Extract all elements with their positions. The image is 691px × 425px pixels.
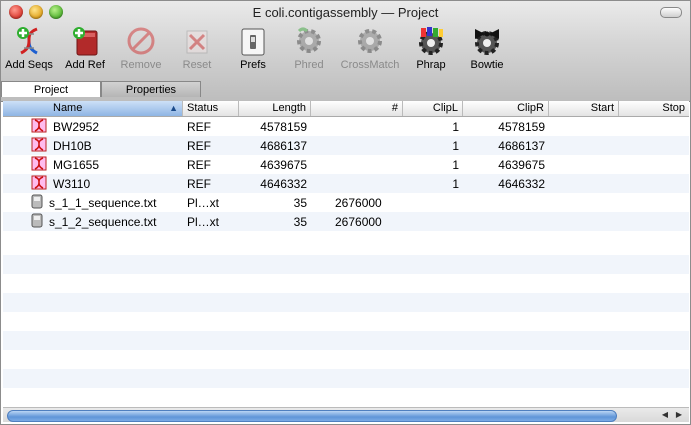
- column-header-status[interactable]: Status: [183, 101, 239, 116]
- crossmatch-label: CrossMatch: [340, 59, 400, 71]
- phrap-button[interactable]: Phrap: [403, 25, 459, 77]
- clipl-cell: 1: [452, 138, 459, 153]
- clipl-cell: 1: [452, 176, 459, 191]
- dna-file-icon: [31, 137, 47, 155]
- reset-label: Reset: [182, 59, 212, 71]
- prefs-button[interactable]: Prefs: [225, 25, 281, 77]
- name-cell: DH10B: [3, 137, 183, 155]
- row-name: W3110: [53, 176, 91, 191]
- scroll-right-icon[interactable]: ▶: [673, 409, 685, 421]
- reset-button[interactable]: Reset: [169, 25, 225, 77]
- scroll-left-icon[interactable]: ◀: [659, 409, 671, 421]
- phred-icon: [293, 25, 325, 57]
- length-cell: 4646332: [260, 176, 307, 191]
- titlebar: E coli.contigassembly — Project Add Seqs: [1, 1, 690, 102]
- name-cell: MG1655: [3, 156, 183, 174]
- column-header-clipr[interactable]: ClipR: [463, 101, 549, 116]
- clipr-cell: 4646332: [498, 176, 545, 191]
- bowtie-icon: [471, 25, 503, 57]
- tab-properties[interactable]: Properties: [101, 81, 201, 97]
- tab-project[interactable]: Project: [1, 81, 101, 97]
- table-row[interactable]: W3110 REF 4646332 1 4646332: [3, 174, 689, 193]
- row-name: s_1_1_sequence.txt: [49, 195, 157, 210]
- count-cell: 2676000: [335, 214, 382, 229]
- phred-label: Phred: [294, 59, 324, 71]
- tab-bar: Project Properties: [1, 81, 201, 97]
- add-seqs-label: Add Seqs: [5, 59, 53, 71]
- add-ref-icon: [69, 25, 101, 57]
- toolbar-toggle-button[interactable]: [660, 7, 682, 18]
- sort-ascending-icon: ▲: [169, 103, 178, 113]
- table-row[interactable]: BW2952 REF 4578159 1 4578159: [3, 117, 689, 136]
- status-cell: Pl…xt: [187, 214, 220, 229]
- phrap-icon: [415, 25, 447, 57]
- table-header: Name ▲ Status Length # ClipL ClipR Start…: [3, 101, 689, 117]
- column-header-name-label: Name: [53, 102, 83, 114]
- phrap-label: Phrap: [416, 59, 446, 71]
- text-file-icon: [31, 213, 43, 231]
- row-name: DH10B: [53, 138, 92, 153]
- add-ref-label: Add Ref: [65, 59, 105, 71]
- table-row[interactable]: s_1_1_sequence.txt Pl…xt 35 2676000: [3, 193, 689, 212]
- table-row[interactable]: MG1655 REF 4639675 1 4639675: [3, 155, 689, 174]
- length-cell: 4578159: [260, 119, 307, 134]
- row-name: BW2952: [53, 119, 100, 134]
- length-cell: 35: [293, 214, 307, 229]
- status-cell: REF: [187, 157, 211, 172]
- length-cell: 35: [293, 195, 307, 210]
- add-ref-button[interactable]: Add Ref: [57, 25, 113, 77]
- clipl-cell: 1: [452, 119, 459, 134]
- table-row[interactable]: s_1_2_sequence.txt Pl…xt 35 2676000: [3, 212, 689, 231]
- remove-icon: [125, 25, 157, 57]
- clipr-cell: 4686137: [498, 138, 545, 153]
- crossmatch-button[interactable]: CrossMatch: [337, 25, 403, 77]
- empty-row-stripes: [3, 236, 689, 408]
- crossmatch-icon: [354, 25, 386, 57]
- add-seqs-icon: [13, 25, 45, 57]
- table-row[interactable]: DH10B REF 4686137 1 4686137: [3, 136, 689, 155]
- column-header-stop[interactable]: Stop: [619, 101, 689, 116]
- scrollbar-thumb[interactable]: [7, 410, 617, 422]
- name-cell: s_1_2_sequence.txt: [3, 213, 183, 231]
- status-cell: Pl…xt: [187, 195, 220, 210]
- toolbar: Add Seqs Add Ref Remove Reset Prefs Phre…: [1, 25, 515, 77]
- app-window: E coli.contigassembly — Project Add Seqs: [0, 0, 691, 425]
- column-header-name[interactable]: Name ▲: [3, 101, 183, 116]
- horizontal-scrollbar[interactable]: ◀ ▶: [3, 407, 689, 422]
- prefs-label: Prefs: [240, 59, 266, 71]
- row-name: MG1655: [53, 157, 100, 172]
- status-cell: REF: [187, 138, 211, 153]
- name-cell: BW2952: [3, 118, 183, 136]
- name-cell: s_1_1_sequence.txt: [3, 194, 183, 212]
- column-header-clipl[interactable]: ClipL: [403, 101, 463, 116]
- prefs-icon: [237, 25, 269, 57]
- table-body: BW2952 REF 4578159 1 4578159 DH10B REF 4…: [3, 117, 689, 231]
- bowtie-label: Bowtie: [470, 59, 504, 71]
- status-cell: REF: [187, 119, 211, 134]
- status-cell: REF: [187, 176, 211, 191]
- length-cell: 4639675: [260, 157, 307, 172]
- dna-file-icon: [31, 175, 47, 193]
- window-title: E coli.contigassembly — Project: [252, 5, 439, 20]
- remove-label: Remove: [120, 59, 162, 71]
- bowtie-button[interactable]: Bowtie: [459, 25, 515, 77]
- column-header-start[interactable]: Start: [549, 101, 619, 116]
- name-cell: W3110: [3, 175, 183, 193]
- phred-button[interactable]: Phred: [281, 25, 337, 77]
- count-cell: 2676000: [335, 195, 382, 210]
- clipl-cell: 1: [452, 157, 459, 172]
- row-name: s_1_2_sequence.txt: [49, 214, 157, 229]
- length-cell: 4686137: [260, 138, 307, 153]
- remove-button[interactable]: Remove: [113, 25, 169, 77]
- column-header-count[interactable]: #: [311, 101, 403, 116]
- dna-file-icon: [31, 118, 47, 136]
- clipr-cell: 4639675: [498, 157, 545, 172]
- reset-icon: [181, 25, 213, 57]
- add-seqs-button[interactable]: Add Seqs: [1, 25, 57, 77]
- text-file-icon: [31, 194, 43, 212]
- dna-file-icon: [31, 156, 47, 174]
- clipr-cell: 4578159: [498, 119, 545, 134]
- column-header-length[interactable]: Length: [239, 101, 311, 116]
